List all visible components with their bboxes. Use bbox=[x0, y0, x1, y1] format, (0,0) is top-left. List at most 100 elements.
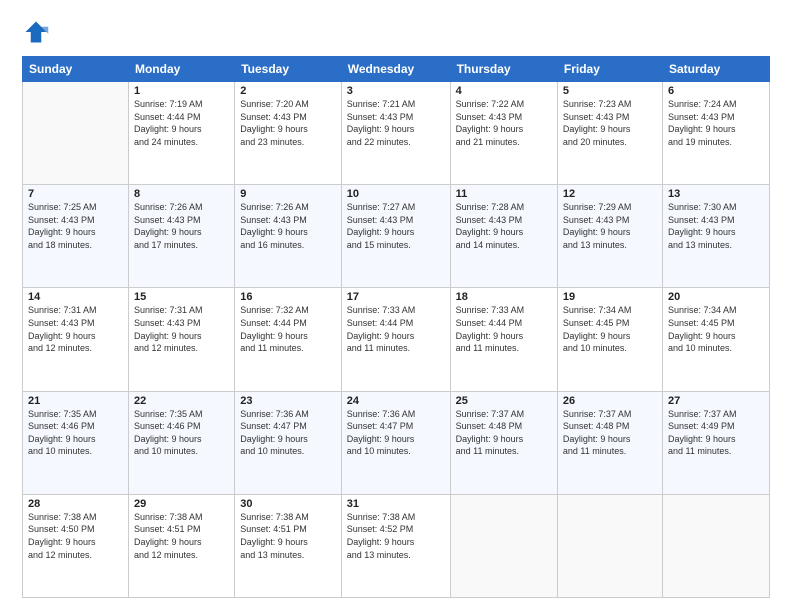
week-row-4: 21 Sunrise: 7:35 AMSunset: 4:46 PMDayligh… bbox=[23, 391, 770, 494]
day-cell: 21Sunrise: 7:35 AMSunset: 4:46 PMDayligh… bbox=[23, 391, 129, 494]
day-number: 24 bbox=[347, 395, 445, 407]
day-number: 4 bbox=[456, 85, 552, 97]
page: SundayMondayTuesdayWednesdayThursdayFrid… bbox=[0, 0, 792, 612]
day-info: Sunrise: 7:28 AMSunset: 4:43 PMDaylight:… bbox=[456, 201, 552, 251]
day-info: Sunrise: 7:19 AMSunset: 4:44 PMDaylight:… bbox=[134, 98, 229, 148]
day-cell: 8Sunrise: 7:26 AMSunset: 4:43 PMDaylight… bbox=[128, 185, 234, 288]
day-info: Sunrise: 7:33 AMSunset: 4:44 PMDaylight:… bbox=[347, 304, 445, 354]
day-cell: 28Sunrise: 7:38 AMSunset: 4:50 PMDayligh… bbox=[23, 494, 129, 597]
day-info: Sunrise: 7:37 AMSunset: 4:48 PMDaylight:… bbox=[456, 408, 552, 458]
day-cell: 19Sunrise: 7:34 AMSunset: 4:45 PMDayligh… bbox=[557, 288, 662, 391]
day-cell: 3Sunrise: 7:21 AMSunset: 4:43 PMDaylight… bbox=[341, 82, 450, 185]
day-number: 15 bbox=[134, 291, 229, 303]
day-info: Sunrise: 7:38 AMSunset: 4:50 PMDaylight:… bbox=[28, 511, 123, 561]
day-info: Sunrise: 7:34 AMSunset: 4:45 PMDaylight:… bbox=[668, 304, 764, 354]
day-number: 8 bbox=[134, 188, 229, 200]
day-cell bbox=[557, 494, 662, 597]
day-cell: 20Sunrise: 7:34 AMSunset: 4:45 PMDayligh… bbox=[662, 288, 769, 391]
weekday-header-tuesday: Tuesday bbox=[235, 57, 342, 82]
day-cell: 13Sunrise: 7:30 AMSunset: 4:43 PMDayligh… bbox=[662, 185, 769, 288]
day-cell: 10Sunrise: 7:27 AMSunset: 4:43 PMDayligh… bbox=[341, 185, 450, 288]
day-info: Sunrise: 7:27 AMSunset: 4:43 PMDaylight:… bbox=[347, 201, 445, 251]
weekday-header-monday: Monday bbox=[128, 57, 234, 82]
day-cell: 7Sunrise: 7:25 AMSunset: 4:43 PMDaylight… bbox=[23, 185, 129, 288]
day-info: Sunrise: 7:21 AMSunset: 4:43 PMDaylight:… bbox=[347, 98, 445, 148]
day-number: 5 bbox=[563, 85, 657, 97]
day-info: Sunrise: 7:22 AMSunset: 4:43 PMDaylight:… bbox=[456, 98, 552, 148]
day-info: Sunrise: 7:24 AMSunset: 4:43 PMDaylight:… bbox=[668, 98, 764, 148]
day-number: 20 bbox=[668, 291, 764, 303]
day-number: 6 bbox=[668, 85, 764, 97]
day-cell: 26Sunrise: 7:37 AMSunset: 4:48 PMDayligh… bbox=[557, 391, 662, 494]
day-cell: 16Sunrise: 7:32 AMSunset: 4:44 PMDayligh… bbox=[235, 288, 342, 391]
day-cell: 17Sunrise: 7:33 AMSunset: 4:44 PMDayligh… bbox=[341, 288, 450, 391]
day-cell: 23Sunrise: 7:36 AMSunset: 4:47 PMDayligh… bbox=[235, 391, 342, 494]
weekday-header-saturday: Saturday bbox=[662, 57, 769, 82]
day-number: 22 bbox=[134, 395, 229, 407]
day-cell: 11Sunrise: 7:28 AMSunset: 4:43 PMDayligh… bbox=[450, 185, 557, 288]
header bbox=[22, 18, 770, 46]
day-info: Sunrise: 7:25 AMSunset: 4:43 PMDaylight:… bbox=[28, 201, 123, 251]
day-info: Sunrise: 7:26 AMSunset: 4:43 PMDaylight:… bbox=[134, 201, 229, 251]
day-cell: 6Sunrise: 7:24 AMSunset: 4:43 PMDaylight… bbox=[662, 82, 769, 185]
day-info: Sunrise: 7:31 AMSunset: 4:43 PMDaylight:… bbox=[28, 304, 123, 354]
day-cell: 25Sunrise: 7:37 AMSunset: 4:48 PMDayligh… bbox=[450, 391, 557, 494]
day-number: 2 bbox=[240, 85, 336, 97]
day-cell: 2Sunrise: 7:20 AMSunset: 4:43 PMDaylight… bbox=[235, 82, 342, 185]
day-number: 18 bbox=[456, 291, 552, 303]
day-info: Sunrise: 7:38 AMSunset: 4:52 PMDaylight:… bbox=[347, 511, 445, 561]
day-number: 9 bbox=[240, 188, 336, 200]
day-info: Sunrise: 7:36 AMSunset: 4:47 PMDaylight:… bbox=[240, 408, 336, 458]
day-cell bbox=[23, 82, 129, 185]
week-row-2: 7Sunrise: 7:25 AMSunset: 4:43 PMDaylight… bbox=[23, 185, 770, 288]
day-cell: 5Sunrise: 7:23 AMSunset: 4:43 PMDaylight… bbox=[557, 82, 662, 185]
day-number: 26 bbox=[563, 395, 657, 407]
weekday-header-friday: Friday bbox=[557, 57, 662, 82]
day-cell: 27Sunrise: 7:37 AMSunset: 4:49 PMDayligh… bbox=[662, 391, 769, 494]
weekday-header-sunday: Sunday bbox=[23, 57, 129, 82]
day-info: Sunrise: 7:34 AMSunset: 4:45 PMDaylight:… bbox=[563, 304, 657, 354]
day-number: 21 bbox=[28, 395, 123, 407]
day-info: Sunrise: 7:26 AMSunset: 4:43 PMDaylight:… bbox=[240, 201, 336, 251]
week-row-3: 14Sunrise: 7:31 AMSunset: 4:43 PMDayligh… bbox=[23, 288, 770, 391]
day-number: 13 bbox=[668, 188, 764, 200]
day-cell bbox=[450, 494, 557, 597]
day-info: Sunrise: 7:37 AMSunset: 4:49 PMDaylight:… bbox=[668, 408, 764, 458]
day-cell: 14Sunrise: 7:31 AMSunset: 4:43 PMDayligh… bbox=[23, 288, 129, 391]
day-cell: 22Sunrise: 7:35 AMSunset: 4:46 PMDayligh… bbox=[128, 391, 234, 494]
day-number: 11 bbox=[456, 188, 552, 200]
day-cell: 29Sunrise: 7:38 AMSunset: 4:51 PMDayligh… bbox=[128, 494, 234, 597]
week-row-1: 1Sunrise: 7:19 AMSunset: 4:44 PMDaylight… bbox=[23, 82, 770, 185]
weekday-header-wednesday: Wednesday bbox=[341, 57, 450, 82]
day-number: 29 bbox=[134, 498, 229, 510]
day-number: 17 bbox=[347, 291, 445, 303]
weekday-header-thursday: Thursday bbox=[450, 57, 557, 82]
day-info: Sunrise: 7:36 AMSunset: 4:47 PMDaylight:… bbox=[347, 408, 445, 458]
day-cell: 31Sunrise: 7:38 AMSunset: 4:52 PMDayligh… bbox=[341, 494, 450, 597]
day-number: 25 bbox=[456, 395, 552, 407]
day-number: 12 bbox=[563, 188, 657, 200]
day-number: 23 bbox=[240, 395, 336, 407]
day-info: Sunrise: 7:30 AMSunset: 4:43 PMDaylight:… bbox=[668, 201, 764, 251]
day-info: Sunrise: 7:35 AMSunset: 4:46 PMDaylight:… bbox=[134, 408, 229, 458]
day-info: Sunrise: 7:32 AMSunset: 4:44 PMDaylight:… bbox=[240, 304, 336, 354]
day-cell: 24Sunrise: 7:36 AMSunset: 4:47 PMDayligh… bbox=[341, 391, 450, 494]
weekday-header-row: SundayMondayTuesdayWednesdayThursdayFrid… bbox=[23, 57, 770, 82]
day-cell bbox=[662, 494, 769, 597]
day-number: 16 bbox=[240, 291, 336, 303]
day-cell: 1Sunrise: 7:19 AMSunset: 4:44 PMDaylight… bbox=[128, 82, 234, 185]
day-cell: 4Sunrise: 7:22 AMSunset: 4:43 PMDaylight… bbox=[450, 82, 557, 185]
day-number: 19 bbox=[563, 291, 657, 303]
day-number: 10 bbox=[347, 188, 445, 200]
day-cell: 30Sunrise: 7:38 AMSunset: 4:51 PMDayligh… bbox=[235, 494, 342, 597]
day-cell: 12Sunrise: 7:29 AMSunset: 4:43 PMDayligh… bbox=[557, 185, 662, 288]
week-row-5: 28Sunrise: 7:38 AMSunset: 4:50 PMDayligh… bbox=[23, 494, 770, 597]
day-info: Sunrise: 7:23 AMSunset: 4:43 PMDaylight:… bbox=[563, 98, 657, 148]
day-info: Sunrise: 7:33 AMSunset: 4:44 PMDaylight:… bbox=[456, 304, 552, 354]
day-number: 30 bbox=[240, 498, 336, 510]
day-info: Sunrise: 7:29 AMSunset: 4:43 PMDaylight:… bbox=[563, 201, 657, 251]
day-number: 31 bbox=[347, 498, 445, 510]
day-number: 3 bbox=[347, 85, 445, 97]
day-info: Sunrise: 7:38 AMSunset: 4:51 PMDaylight:… bbox=[134, 511, 229, 561]
day-info: Sunrise: 7:20 AMSunset: 4:43 PMDaylight:… bbox=[240, 98, 336, 148]
